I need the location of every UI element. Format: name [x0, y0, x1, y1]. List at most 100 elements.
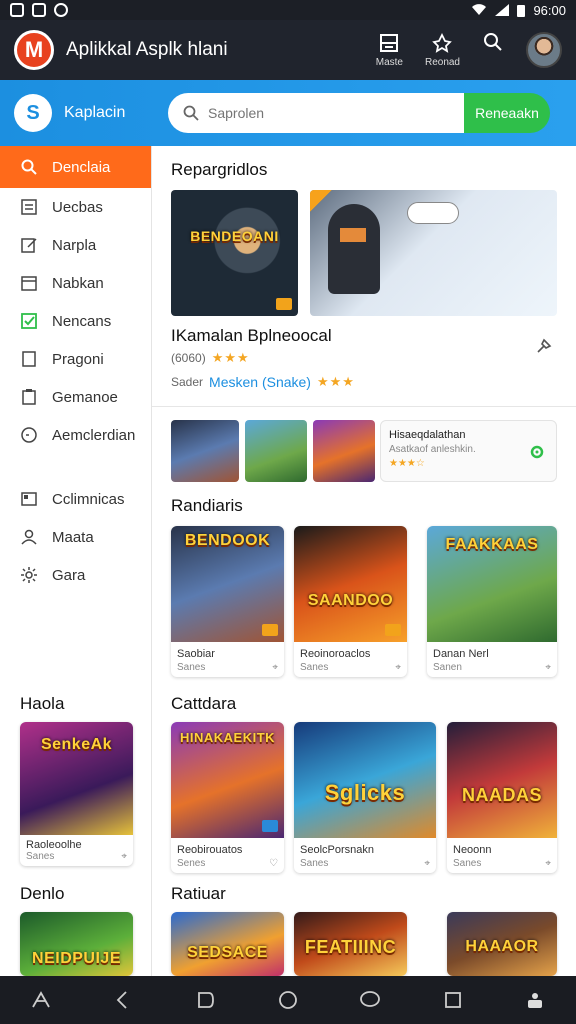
game-title: Reobirouatos — [177, 844, 243, 856]
app-logo[interactable]: M — [14, 30, 54, 70]
logo-letter: M — [24, 37, 44, 62]
game-card[interactable]: FAAKKAAS Danan Nerl Sanen ⌖ — [427, 526, 557, 677]
sidebar-item-uecbas[interactable]: Uecbas — [0, 188, 151, 226]
avatar[interactable] — [526, 32, 562, 68]
app-title: Aplikkal Asplk hlani — [66, 39, 228, 60]
app-header: M Aplikkal Asplk hlani Maste Reonad — [0, 20, 576, 80]
sidebar-item-denclaia[interactable]: Denclaia — [0, 146, 151, 188]
sidebar-item-label: Denclaia — [52, 158, 111, 176]
sidebar-item-nabkan[interactable]: Nabkan — [0, 264, 151, 302]
game-card[interactable]: SAANDOO Reoinoroaclos Sanes ⌖ — [294, 526, 407, 677]
sidebar-item-aemclerdian[interactable]: Aemclerdian — [0, 416, 151, 454]
sidebar-item-nencans[interactable]: Nencans — [0, 302, 151, 340]
pin-icon[interactable]: ⌖ — [395, 662, 401, 673]
calendar-icon — [21, 276, 37, 291]
search-icon — [21, 159, 37, 175]
promo-stars: ★★★☆ — [389, 458, 425, 469]
sidebar-section-title: Denlo — [20, 884, 65, 903]
badge-icon — [262, 624, 278, 636]
system-nav-bar — [0, 976, 576, 1024]
game-card[interactable]: HAAAOR — [447, 912, 557, 976]
heart-icon[interactable]: ♡ — [269, 858, 278, 869]
game-card[interactable]: FEATIIINC — [294, 912, 407, 976]
section-title-ratiuar: Ratiuar — [171, 884, 226, 903]
sidebar-item-label: Pragoni — [52, 350, 104, 368]
game-art-title: SEDSACE — [187, 944, 268, 961]
sidebar-item-gemanoe[interactable]: Gemanoe — [0, 378, 151, 416]
sidebar-item-label: Cclimnicas — [52, 490, 125, 508]
featured-game-art-right[interactable] — [310, 190, 557, 316]
promo-card[interactable]: Hisaeqdalathan Asatkaof anleshkin. ★★★☆ — [380, 420, 557, 482]
bell-icon — [432, 32, 453, 53]
promo-subtitle: Asatkaof anleshkin. — [389, 444, 476, 455]
pin-icon[interactable]: ⌖ — [272, 662, 278, 673]
sidebar-item-label: Nabkan — [52, 274, 104, 292]
featured-meta-row: Sader Mesken (Snake) ★★★ — [171, 374, 355, 390]
game-art-title: SAANDOO — [307, 591, 394, 609]
search-button[interactable]: Reneaakn — [464, 93, 550, 133]
sidebar-item-narpla[interactable]: Narpla — [0, 226, 151, 264]
circle-icon[interactable] — [277, 989, 299, 1011]
pin-icon[interactable] — [534, 336, 554, 356]
search-band: S Kaplacin Reneaakn — [0, 80, 576, 146]
promo-title: Hisaeqdalathan — [389, 429, 466, 441]
pin-icon[interactable]: ⌖ — [424, 858, 430, 869]
game-artwork: FAAKKAAS — [427, 526, 557, 642]
pin-icon[interactable]: ⌖ — [121, 851, 127, 862]
game-card[interactable]: HINAKAEKITK Reobirouatos Senes ♡ — [171, 722, 284, 873]
strip-game-thumb[interactable] — [171, 420, 239, 482]
game-title: Neoonn — [453, 844, 492, 856]
game-card[interactable]: NAADAS Neoonn Sanes ⌖ — [447, 722, 557, 873]
game-title: Reoinoroaclos — [300, 648, 371, 660]
featured-rating-row: (6060) ★★★ — [171, 350, 250, 366]
game-genre: Senes — [177, 858, 206, 869]
user-icon — [21, 529, 37, 545]
game-artwork: BENDOOK — [171, 526, 284, 642]
square-icon[interactable] — [195, 989, 217, 1011]
game-art-title: FAAKKAAS — [445, 536, 539, 553]
clipboard-icon — [22, 389, 36, 405]
search-input[interactable] — [208, 105, 428, 121]
notifications-button[interactable]: Reonad — [425, 32, 460, 68]
mask-image — [340, 228, 366, 242]
sidebar-item-pragoni[interactable]: Pragoni — [0, 340, 151, 378]
pin-icon[interactable]: ⌖ — [545, 858, 551, 869]
document-icon — [22, 351, 36, 367]
folder-icon — [21, 492, 37, 506]
game-artwork: SEDSACE — [171, 912, 284, 976]
brand-logo-icon[interactable]: S — [14, 94, 52, 132]
game-artwork: SenkeAk — [20, 722, 133, 835]
tag-icon — [310, 190, 332, 212]
search-box[interactable] — [168, 93, 464, 133]
featured-game-art-left[interactable]: BENDEOANI — [171, 190, 298, 316]
game-title: Danan Nerl — [433, 648, 489, 660]
game-art-title: NAADAS — [461, 784, 542, 805]
profile-icon[interactable] — [524, 989, 546, 1011]
strip-game-thumb[interactable] — [245, 420, 307, 482]
game-card[interactable]: Sglicks SeolcPorsnakn Sanes ⌖ — [294, 722, 436, 873]
home-icon[interactable] — [30, 989, 52, 1011]
game-card[interactable]: BENDOOK Saobiar Sanes ⌖ — [171, 526, 284, 677]
gear-icon[interactable] — [528, 443, 546, 461]
game-artwork: FEATIIINC — [294, 912, 407, 976]
back-icon[interactable] — [112, 989, 134, 1011]
game-artwork: HAAAOR — [447, 912, 557, 976]
sidebar-game-card[interactable]: NEIDPUIJE — [20, 912, 133, 976]
featured-stars: ★★★ — [211, 350, 250, 365]
recents-icon[interactable] — [442, 989, 464, 1011]
featured-meta-link[interactable]: Mesken (Snake) — [209, 374, 311, 390]
list-icon — [21, 199, 37, 215]
image-icon — [32, 3, 46, 17]
pin-icon[interactable]: ⌖ — [545, 662, 551, 673]
edit-icon — [21, 238, 37, 253]
sidebar-item-gara[interactable]: Gara — [0, 556, 151, 594]
grid-button[interactable]: Maste — [376, 32, 403, 68]
game-card[interactable]: SEDSACE — [171, 912, 284, 976]
header-search-button[interactable] — [482, 31, 504, 56]
strip-game-thumb[interactable] — [313, 420, 375, 482]
sidebar-game-card[interactable]: SenkeAk Raoleoolhe Sanes ⌖ — [20, 722, 133, 866]
sidebar-item-maata[interactable]: Maata — [0, 518, 151, 556]
signal-icon — [495, 4, 510, 16]
sidebar-item-cclimnicas[interactable]: Cclimnicas — [0, 480, 151, 518]
chat-icon[interactable] — [359, 989, 381, 1011]
